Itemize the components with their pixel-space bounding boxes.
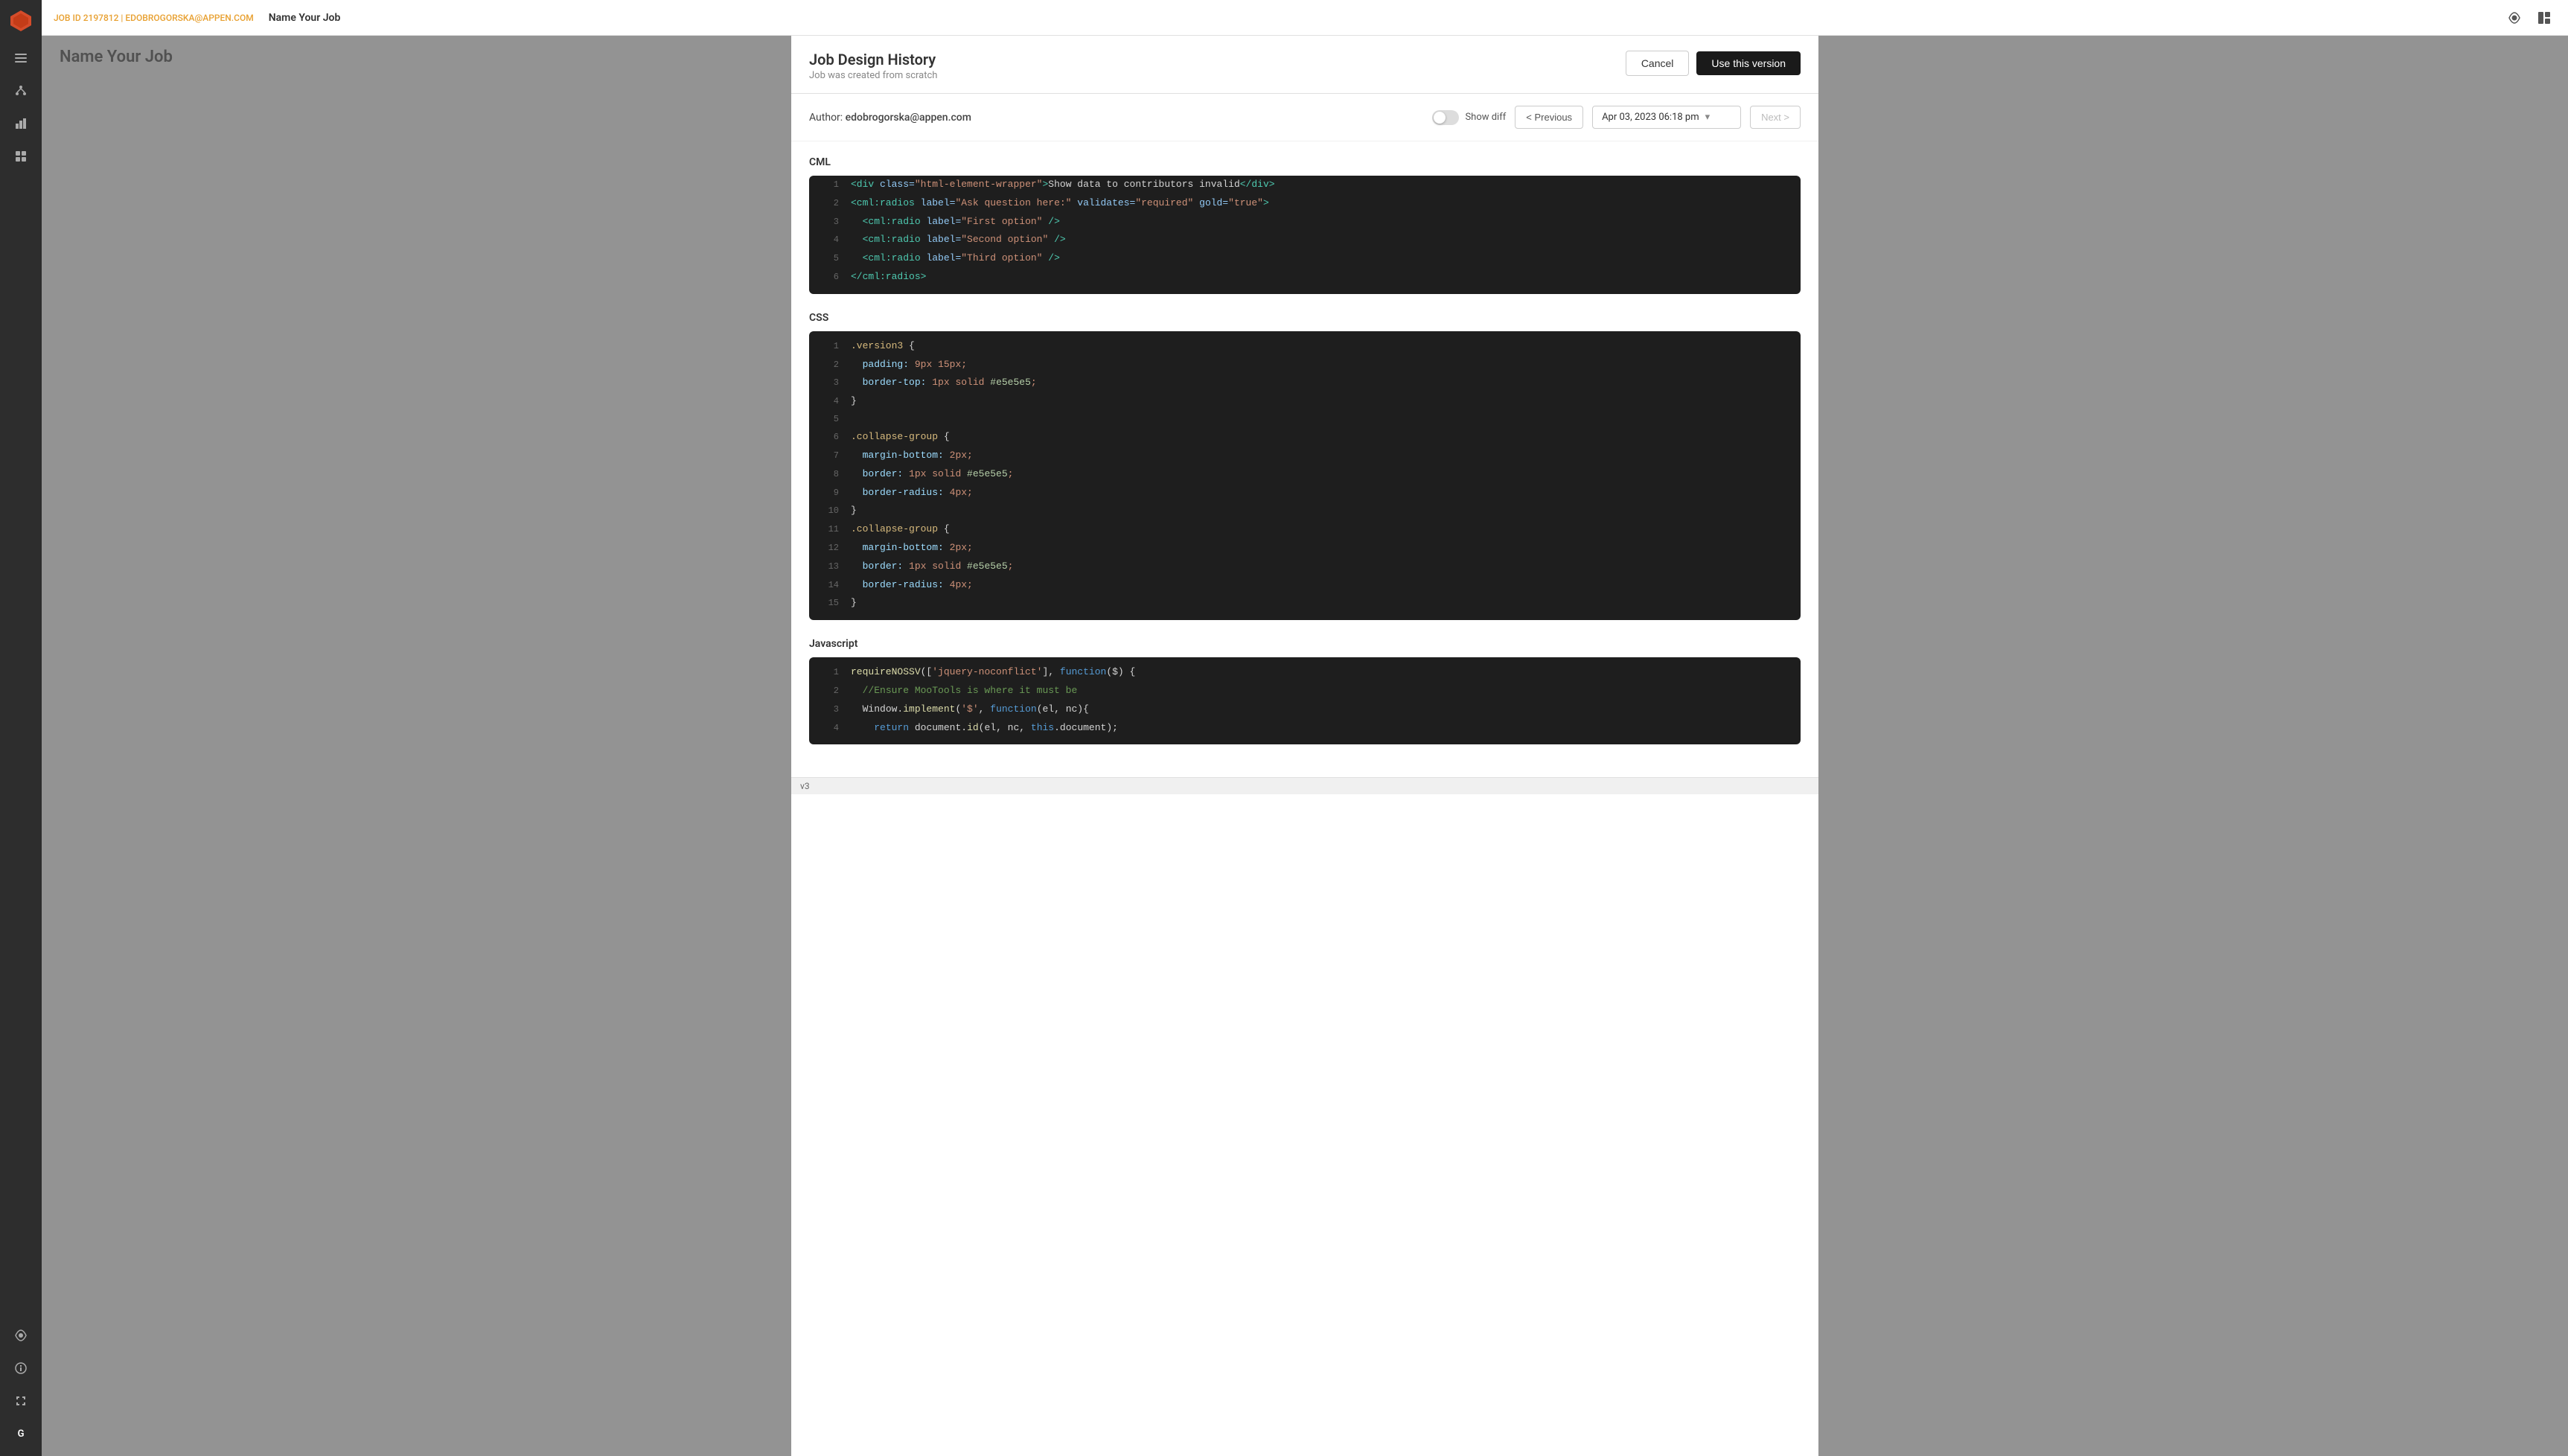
top-bar: JOB ID 2197812 | EDOBROGORSKA@APPEN.COM …: [42, 0, 2568, 36]
modal-title: Job Design History: [809, 51, 937, 68]
sidebar-item-apps[interactable]: [7, 143, 34, 170]
chevron-down-icon: ▾: [1705, 112, 1711, 123]
code-line: 11 .collapse-group {: [809, 520, 1801, 539]
version-label: v3: [800, 781, 810, 791]
code-line: 1 <div class="html-element-wrapper">Show…: [809, 176, 1801, 194]
cancel-button[interactable]: Cancel: [1626, 51, 1690, 76]
code-line: 4 }: [809, 392, 1801, 411]
content-area: Name Your Job Job Design History Job was…: [42, 36, 2568, 1456]
sidebar-item-view[interactable]: [7, 1322, 34, 1349]
previous-button[interactable]: < Previous: [1515, 106, 1583, 129]
main-area: JOB ID 2197812 | EDOBROGORSKA@APPEN.COM …: [42, 0, 2568, 1456]
sidebar-item-menu[interactable]: [7, 45, 34, 71]
css-code-block: 1 .version3 { 2 padding: 9px 15px; 3 bor…: [809, 331, 1801, 620]
code-line: 9 border-radius: 4px;: [809, 484, 1801, 502]
job-id-label: JOB ID 2197812 | EDOBROGORSKA@APPEN.COM: [54, 13, 254, 23]
sidebar-item-expand[interactable]: [7, 1388, 34, 1414]
code-line: 14 border-radius: 4px;: [809, 576, 1801, 595]
author-controls: Show diff < Previous Apr 03, 2023 06:18 …: [1432, 106, 1801, 129]
app-logo: [9, 9, 33, 33]
cml-code-block: 1 <div class="html-element-wrapper">Show…: [809, 176, 1801, 294]
modal-header: Job Design History Job was created from …: [791, 36, 1818, 94]
author-email: edobrogorska@appen.com: [846, 112, 971, 124]
cml-section: CML 1 <div class="html-element-wrapper">…: [809, 156, 1801, 294]
author-label: Author:: [809, 112, 843, 124]
code-line: 1 .version3 {: [809, 331, 1801, 356]
author-row: Author: edobrogorska@appen.com Show diff…: [791, 94, 1818, 141]
code-line: 12 margin-bottom: 2px;: [809, 539, 1801, 558]
code-line: 1 requireNOSSV(['jquery-noconflict'], fu…: [809, 657, 1801, 682]
cml-section-title: CML: [809, 156, 1801, 168]
javascript-section-title: Javascript: [809, 638, 1801, 650]
sidebar-item-chart[interactable]: [7, 110, 34, 137]
modal-subtitle: Job was created from scratch: [809, 70, 937, 81]
version-badge: v3: [791, 777, 1818, 794]
author-text: Author: edobrogorska@appen.com: [809, 112, 971, 124]
code-line: 7 margin-bottom: 2px;: [809, 447, 1801, 465]
code-line: 3 border-top: 1px solid #e5e5e5;: [809, 374, 1801, 392]
toggle-thumb: [1434, 112, 1446, 124]
javascript-section: Javascript 1 requireNOSSV(['jquery-nocon…: [809, 638, 1801, 744]
modal-overlay: Job Design History Job was created from …: [42, 36, 2568, 1456]
code-line: 5: [809, 411, 1801, 428]
code-line: 2 <cml:radios label="Ask question here:"…: [809, 194, 1801, 213]
code-line: 10 }: [809, 502, 1801, 520]
page-title: Name Your Job: [269, 12, 341, 24]
code-line: 6 .collapse-group {: [809, 428, 1801, 447]
date-dropdown[interactable]: Apr 03, 2023 06:18 pm ▾: [1592, 106, 1741, 129]
code-line: 6 </cml:radios>: [809, 268, 1801, 294]
code-line: 3 <cml:radio label="First option" />: [809, 213, 1801, 232]
show-diff-toggle[interactable]: [1432, 110, 1459, 125]
view-icon[interactable]: [2502, 6, 2526, 30]
code-line: 15 }: [809, 594, 1801, 620]
sidebar-item-org[interactable]: [7, 77, 34, 104]
javascript-code-block: 1 requireNOSSV(['jquery-noconflict'], fu…: [809, 657, 1801, 744]
layout-icon[interactable]: [2532, 6, 2556, 30]
code-line: 3 Window.implement('$', function(el, nc)…: [809, 700, 1801, 719]
code-line: 5 <cml:radio label="Third option" />: [809, 249, 1801, 268]
show-diff-group: Show diff: [1432, 110, 1506, 125]
modal-dialog: Job Design History Job was created from …: [791, 36, 1818, 1456]
sidebar-item-user[interactable]: G: [7, 1420, 34, 1447]
css-section: CSS 1 .version3 { 2 padding: 9px 15px;: [809, 312, 1801, 620]
code-line: 8 border: 1px solid #e5e5e5;: [809, 465, 1801, 484]
code-line: 4 return document.id(el, nc, this.docume…: [809, 719, 1801, 745]
sidebar-item-info[interactable]: [7, 1355, 34, 1382]
modal-header-actions: Cancel Use this version: [1626, 51, 1801, 76]
show-diff-label: Show diff: [1465, 112, 1506, 123]
use-version-button[interactable]: Use this version: [1696, 51, 1801, 75]
modal-body: CML 1 <div class="html-element-wrapper">…: [791, 141, 1818, 777]
code-line: 4 <cml:radio label="Second option" />: [809, 231, 1801, 249]
date-value: Apr 03, 2023 06:18 pm: [1602, 112, 1699, 123]
top-bar-right: [2502, 6, 2556, 30]
code-line: 2 padding: 9px 15px;: [809, 356, 1801, 374]
next-button[interactable]: Next >: [1750, 106, 1801, 129]
sidebar: G: [0, 0, 42, 1456]
code-line: 2 //Ensure MooTools is where it must be: [809, 682, 1801, 700]
code-line: 13 border: 1px solid #e5e5e5;: [809, 558, 1801, 576]
modal-header-text: Job Design History Job was created from …: [809, 51, 937, 81]
css-section-title: CSS: [809, 312, 1801, 324]
